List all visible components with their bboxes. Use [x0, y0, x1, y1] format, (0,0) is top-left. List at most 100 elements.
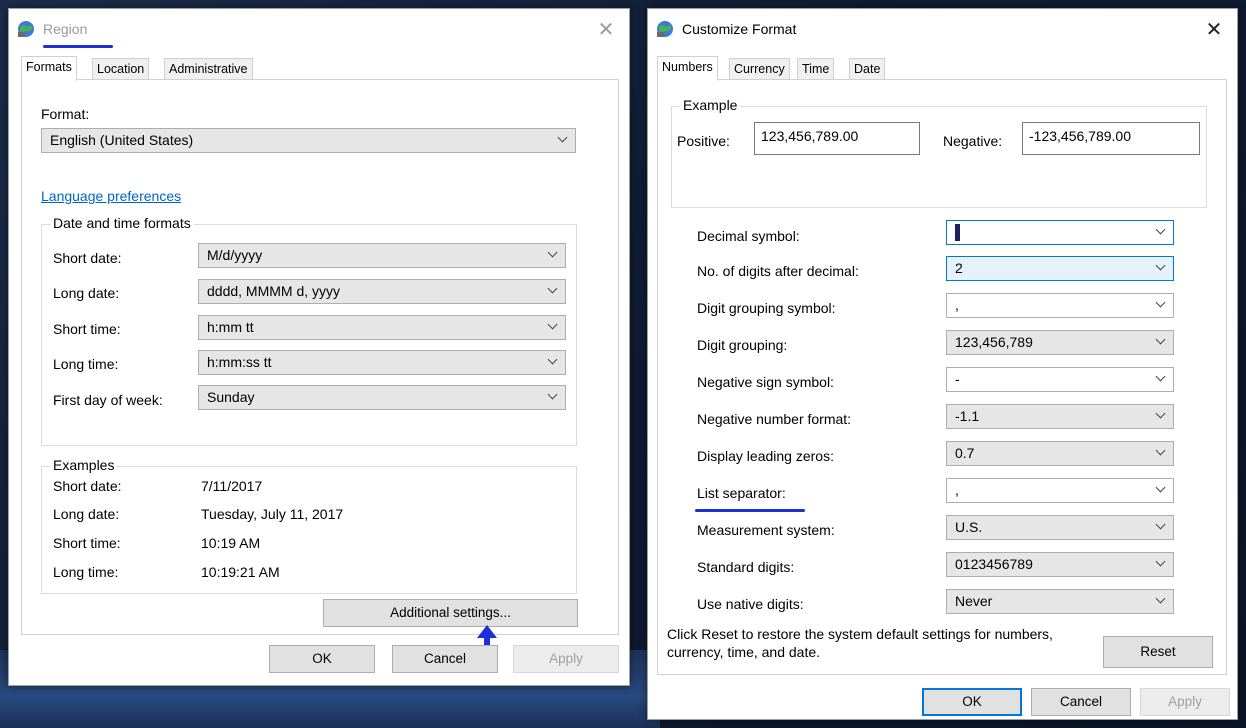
region-titlebar: Region ✕ [9, 9, 629, 49]
close-button[interactable]: ✕ [1197, 15, 1231, 43]
standard-digits-value: 0123456789 [955, 556, 1033, 572]
example-short-time-label: Short time: [53, 535, 121, 551]
group-title: Example [680, 97, 741, 113]
decimal-symbol-dropdown[interactable] [946, 220, 1174, 245]
short-date-label: Short date: [53, 250, 122, 266]
annotation-underline [43, 45, 113, 48]
measurement-system-value: U.S. [955, 519, 983, 535]
customize-tabs: Numbers Currency Time Date [657, 56, 917, 81]
additional-settings-button[interactable]: Additional settings... [323, 599, 578, 627]
region-dialog: Region ✕ Formats Location Administrative… [8, 8, 630, 686]
text-cursor [955, 224, 960, 241]
negative-sign-symbol-dropdown[interactable]: - [946, 367, 1174, 392]
first-day-value: Sunday [207, 389, 255, 405]
digit-grouping-dropdown[interactable]: 123,456,789 [946, 330, 1174, 355]
tab-numbers[interactable]: Numbers [657, 56, 718, 81]
ok-button[interactable]: OK [269, 645, 375, 673]
chevron-down-icon [1155, 556, 1167, 570]
example-short-date-label: Short date: [53, 478, 122, 494]
chevron-down-icon [547, 354, 559, 368]
chevron-down-icon [547, 319, 559, 333]
digit-grouping-symbol-dropdown[interactable]: , [946, 293, 1174, 318]
chevron-down-icon [557, 132, 569, 146]
region-tabs: Formats Location Administrative [21, 56, 321, 81]
leading-zeros-dropdown[interactable]: 0.7 [946, 441, 1174, 466]
native-digits-label: Use native digits: [697, 596, 804, 612]
leading-zeros-label: Display leading zeros: [697, 448, 834, 464]
group-title: Examples [50, 457, 118, 473]
long-date-value: dddd, MMMM d, yyyy [207, 283, 341, 299]
short-time-dropdown[interactable]: h:mm tt [198, 315, 566, 340]
negative-example-field: -123,456,789.00 [1022, 122, 1200, 155]
digits-after-decimal-value: 2 [955, 260, 963, 276]
chevron-down-icon [547, 247, 559, 261]
standard-digits-label: Standard digits: [697, 559, 795, 575]
list-separator-dropdown[interactable]: , [946, 478, 1174, 503]
window-title: Customize Format [682, 21, 797, 37]
decimal-symbol-label: Decimal symbol: [697, 228, 800, 244]
leading-zeros-value: 0.7 [955, 445, 975, 461]
apply-button[interactable]: Apply [513, 645, 619, 673]
short-time-label: Short time: [53, 321, 121, 337]
chevron-down-icon [1155, 260, 1167, 274]
short-date-value: M/d/yyyy [207, 247, 263, 263]
example-long-date-label: Long date: [53, 506, 120, 522]
format-value: English (United States) [50, 132, 194, 148]
example-long-time-value: 10:19:21 AM [201, 564, 280, 580]
list-separator-value: , [955, 482, 959, 498]
chevron-down-icon [1155, 408, 1167, 422]
customize-format-dialog: Customize Format ✕ Numbers Currency Time… [647, 8, 1238, 720]
example-long-date-value: Tuesday, July 11, 2017 [201, 506, 344, 522]
long-date-label: Long date: [53, 285, 120, 301]
digits-after-decimal-label: No. of digits after decimal: [697, 263, 859, 279]
cancel-button[interactable]: Cancel [1031, 688, 1131, 716]
numbers-panel: Example Positive: 123,456,789.00 Negativ… [657, 79, 1227, 675]
long-time-value: h:mm:ss tt [207, 354, 272, 370]
tab-currency[interactable]: Currency [729, 58, 790, 80]
first-day-dropdown[interactable]: Sunday [198, 385, 566, 410]
apply-button[interactable]: Apply [1140, 688, 1230, 716]
chevron-down-icon [1155, 593, 1167, 607]
tab-administrative[interactable]: Administrative [164, 58, 253, 80]
standard-digits-dropdown[interactable]: 0123456789 [946, 552, 1174, 577]
long-date-dropdown[interactable]: dddd, MMMM d, yyyy [198, 279, 566, 304]
format-label: Format: [41, 106, 90, 122]
chevron-down-icon [1155, 371, 1167, 385]
chevron-down-icon [1155, 445, 1167, 459]
ok-button[interactable]: OK [922, 688, 1022, 716]
positive-example-field: 123,456,789.00 [754, 122, 920, 155]
negative-number-format-label: Negative number format: [697, 411, 852, 427]
long-time-dropdown[interactable]: h:mm:ss tt [198, 350, 566, 375]
chevron-down-icon [1155, 297, 1167, 311]
digits-after-decimal-dropdown[interactable]: 2 [946, 256, 1174, 281]
negative-sign-symbol-value: - [955, 371, 960, 387]
cancel-button[interactable]: Cancel [392, 645, 498, 673]
example-short-date-value: 7/11/2017 [201, 478, 263, 494]
digit-grouping-symbol-value: , [955, 297, 959, 313]
chevron-down-icon [1155, 224, 1167, 238]
close-button[interactable]: ✕ [589, 15, 623, 43]
chevron-down-icon [547, 389, 559, 403]
chevron-down-icon [1155, 482, 1167, 496]
chevron-down-icon [1155, 334, 1167, 348]
tab-date[interactable]: Date [849, 58, 886, 80]
negative-sign-symbol-label: Negative sign symbol: [697, 374, 834, 390]
reset-button[interactable]: Reset [1103, 636, 1213, 668]
tab-time[interactable]: Time [797, 58, 835, 80]
short-date-dropdown[interactable]: M/d/yyyy [198, 243, 566, 268]
negative-number-format-dropdown[interactable]: -1.1 [946, 404, 1174, 429]
format-dropdown[interactable]: English (United States) [41, 128, 576, 153]
positive-label: Positive: [677, 133, 730, 149]
negative-number-format-value: -1.1 [955, 408, 980, 424]
language-preferences-link[interactable]: Language preferences [41, 188, 181, 204]
chevron-down-icon [1155, 519, 1167, 533]
tab-formats[interactable]: Formats [21, 56, 77, 81]
negative-label: Negative: [943, 133, 1003, 149]
reset-description: Click Reset to restore the system defaul… [667, 626, 1053, 660]
native-digits-dropdown[interactable]: Never [946, 589, 1174, 614]
measurement-system-dropdown[interactable]: U.S. [946, 515, 1174, 540]
tab-location[interactable]: Location [92, 58, 150, 80]
list-separator-label: List separator: [697, 485, 786, 501]
example-long-time-label: Long time: [53, 564, 119, 580]
group-title: Date and time formats [50, 215, 194, 231]
